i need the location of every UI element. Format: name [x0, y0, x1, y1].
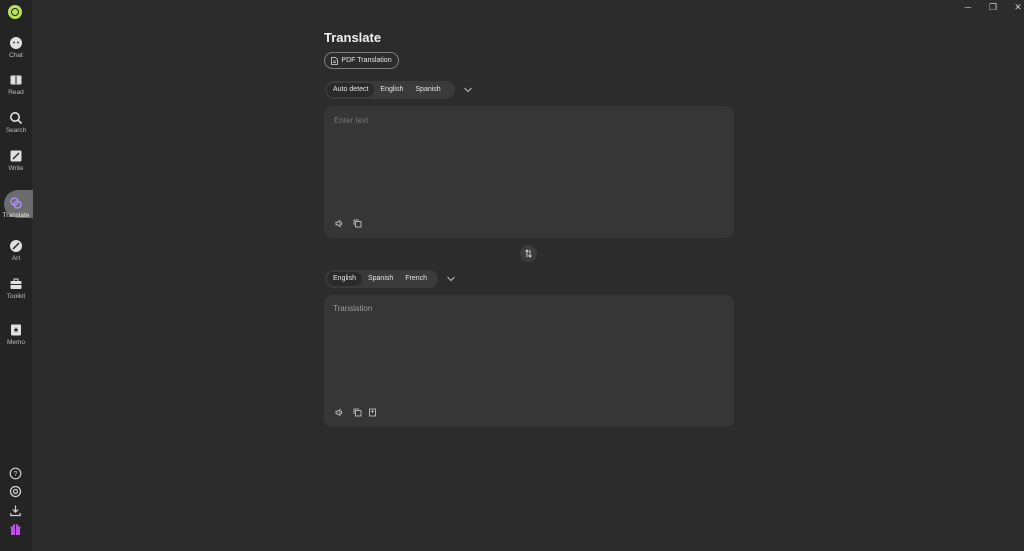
sidebar-item-label: Search: [5, 127, 27, 134]
sidebar-item-label: Read: [8, 89, 24, 96]
settings-icon[interactable]: [9, 485, 22, 498]
book-icon: [10, 75, 22, 85]
toolbox-icon: [10, 278, 22, 289]
speaker-icon[interactable]: [335, 219, 344, 228]
page-title: Translate: [324, 30, 382, 45]
document-icon: [331, 56, 339, 65]
translation-output-panel: Translation: [324, 295, 734, 427]
maximize-button[interactable]: ❐: [986, 2, 1000, 13]
download-icon[interactable]: [9, 504, 22, 517]
palette-icon: [10, 240, 22, 252]
sidebar-item-label: Art: [11, 255, 21, 262]
target-language-french[interactable]: French: [399, 272, 433, 286]
target-language-english[interactable]: English: [327, 272, 362, 286]
source-text-panel: [324, 106, 734, 238]
sidebar-item-label: Write: [8, 165, 24, 172]
translate-icon: [10, 197, 22, 209]
sidebar-item-memo[interactable]: Memo: [0, 323, 32, 346]
translation-placeholder: Translation: [333, 304, 373, 313]
sidebar-item-art[interactable]: Art: [0, 239, 32, 262]
sidebar-item-label: Chat: [9, 52, 23, 59]
app-logo[interactable]: [8, 5, 22, 19]
minimize-button[interactable]: ─: [961, 2, 975, 12]
pdf-translation-button[interactable]: PDF Translation: [324, 52, 399, 69]
pdf-translation-label: PDF Translation: [341, 57, 392, 64]
source-language-english[interactable]: English: [374, 83, 409, 97]
save-to-memo-icon[interactable]: [368, 408, 377, 417]
sidebar-item-read[interactable]: Read: [0, 73, 32, 96]
close-button[interactable]: ✕: [1011, 2, 1024, 13]
swap-languages-button[interactable]: [520, 245, 537, 262]
source-language-spanish[interactable]: Spanish: [409, 83, 446, 97]
sidebar-item-search[interactable]: Search: [0, 111, 32, 134]
help-icon[interactable]: ?: [9, 467, 22, 480]
sidebar-item-toolkit[interactable]: Toolkit: [0, 277, 32, 300]
copy-icon[interactable]: [353, 408, 362, 417]
sidebar-item-translate[interactable]: Translate: [0, 196, 32, 219]
chevron-down-icon[interactable]: [463, 86, 473, 94]
target-language-bar: English Spanish French: [325, 270, 438, 288]
source-language-auto-detect[interactable]: Auto detect: [327, 83, 375, 97]
search-icon: [10, 112, 23, 125]
sidebar-item-label: Memo: [6, 339, 26, 346]
source-text-input[interactable]: [332, 114, 726, 213]
pen-icon: [10, 150, 22, 162]
chevron-down-icon[interactable]: [446, 275, 456, 283]
sidebar-item-label: Toolkit: [6, 293, 26, 300]
memo-icon: [11, 324, 21, 336]
sidebar-item-write[interactable]: Write: [0, 149, 32, 172]
sidebar: Chat Read Search Write Translate Art Too…: [0, 0, 33, 551]
sidebar-item-chat[interactable]: Chat: [0, 36, 32, 59]
source-language-bar: Auto detect English Spanish: [325, 81, 455, 99]
swap-icon: [525, 249, 532, 258]
svg-text:?: ?: [14, 471, 18, 478]
copy-icon[interactable]: [353, 219, 362, 228]
target-language-spanish[interactable]: Spanish: [362, 272, 399, 286]
speaker-icon[interactable]: [335, 408, 344, 417]
gift-icon[interactable]: [9, 523, 22, 536]
chat-icon: [10, 37, 22, 49]
sidebar-item-label: Translate: [2, 212, 30, 219]
